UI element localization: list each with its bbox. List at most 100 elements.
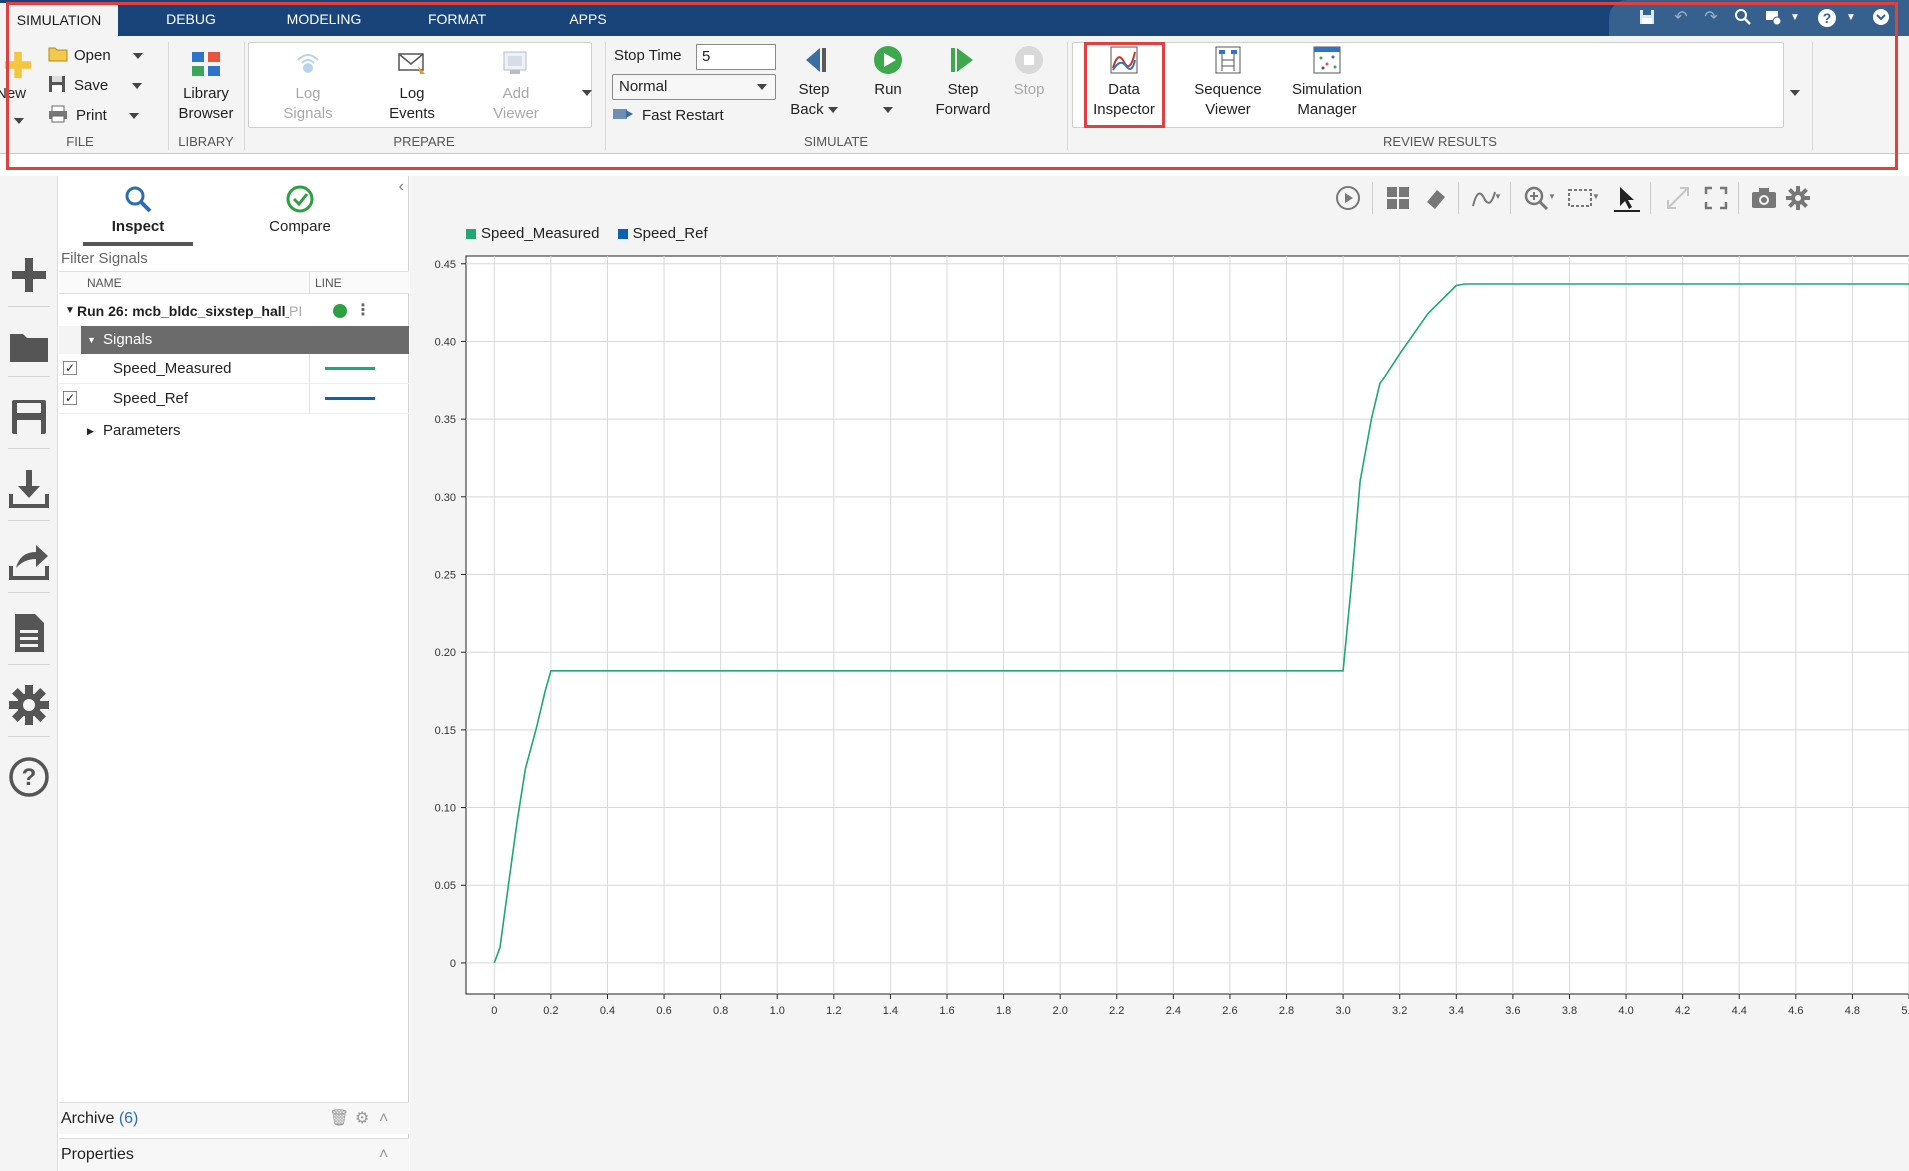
x-tick-label: 2.6 xyxy=(1222,1005,1237,1017)
x-tick-label: 3.0 xyxy=(1335,1005,1350,1017)
run-label: Run 26: mcb_bldc_sixstep_hall_ds xyxy=(77,303,289,319)
toolbar-divider xyxy=(8,448,50,449)
signal-checkbox[interactable]: ✓ xyxy=(63,391,77,405)
parameters-row[interactable]: ▶ Parameters xyxy=(59,416,409,446)
x-tick-label: 0.8 xyxy=(713,1005,728,1017)
chevron-down-icon[interactable]: ▼ xyxy=(87,326,96,354)
plot-toolbar: ▼ ▼ ▼ xyxy=(410,176,1909,220)
x-tick-label: 1.8 xyxy=(996,1005,1011,1017)
x-tick-label: 4.4 xyxy=(1732,1005,1747,1017)
fit-to-view-icon[interactable] xyxy=(1566,184,1594,212)
report-icon[interactable] xyxy=(6,610,52,656)
x-tick-label: 4.0 xyxy=(1618,1005,1633,1017)
x-tick-label: 1.0 xyxy=(770,1005,785,1017)
signals-group-label: Signals xyxy=(103,331,153,348)
signal-name: Speed_Ref xyxy=(113,390,189,407)
x-tick-label: 4.8 xyxy=(1845,1005,1860,1017)
x-tick-label: 2.4 xyxy=(1166,1005,1181,1017)
signal-table-header: NAME LINE xyxy=(59,272,409,294)
tab-inspect[interactable]: Inspect xyxy=(83,178,193,246)
signals-group-row[interactable]: ▼ Signals xyxy=(59,326,409,354)
x-tick-label: 2.8 xyxy=(1279,1005,1294,1017)
x-tick-label: 3.2 xyxy=(1392,1005,1407,1017)
gear-icon[interactable]: ⚙ xyxy=(355,1103,369,1135)
filter-signals-input[interactable]: Filter Signals xyxy=(59,246,409,272)
eraser-icon[interactable] xyxy=(1422,184,1450,212)
toolbar-divider xyxy=(8,520,50,521)
archive-label: Archive xyxy=(61,1110,115,1127)
x-tick-label: 3.4 xyxy=(1449,1005,1464,1017)
y-tick-label: 0.40 xyxy=(435,336,456,348)
x-tick-label: 0 xyxy=(491,1005,497,1017)
plot-background xyxy=(465,255,1909,995)
folder-icon[interactable] xyxy=(6,324,52,370)
y-tick-label: 0.20 xyxy=(435,647,456,659)
chevron-up-icon[interactable]: ˄ xyxy=(379,1103,388,1135)
archive-count: (6) xyxy=(118,1110,139,1127)
download-icon[interactable] xyxy=(6,466,52,512)
time-plot[interactable]: 0 0.2 0.4 0.6 0.8 1.0 1.2 1.4 1.6 1.8 2.0 2.2 2.4 2.6… xyxy=(410,248,1909,1171)
legend-item[interactable]: Speed_Ref xyxy=(617,225,708,242)
archive-section[interactable]: Archive (6) 🗑 ⚙ ˄ xyxy=(59,1102,409,1134)
run-row[interactable]: ▼ Run 26: mcb_bldc_sixstep_hall_ds PI ⋮ xyxy=(59,296,409,326)
chevron-down-icon[interactable]: ▼ xyxy=(1494,192,1522,220)
x-tick-label: 4.2 xyxy=(1675,1005,1690,1017)
plot-area: ▼ ▼ ▼ Speed_Measured Speed_Ref 0 0.2 0.4 0.… xyxy=(410,176,1909,1171)
fullscreen-icon[interactable] xyxy=(1702,184,1730,212)
x-tick-label: 0.4 xyxy=(600,1005,615,1017)
tab-compare[interactable]: Compare xyxy=(245,178,355,246)
gear-icon[interactable] xyxy=(6,682,52,728)
more-options-icon[interactable]: ⋮ xyxy=(355,296,371,326)
legend-swatch xyxy=(466,229,476,239)
x-tick-label: 0.6 xyxy=(656,1005,671,1017)
toolbar-divider xyxy=(8,376,50,377)
column-name-header[interactable]: NAME xyxy=(87,276,122,290)
chevron-down-icon[interactable]: ▼ xyxy=(65,296,75,326)
replay-icon[interactable] xyxy=(1334,184,1362,212)
y-tick-label: 0.35 xyxy=(435,414,456,426)
legend-label: Speed_Measured xyxy=(481,225,600,242)
share-icon[interactable] xyxy=(6,538,52,584)
signal-checkbox[interactable]: ✓ xyxy=(63,361,77,375)
signal-row[interactable]: ✓ Speed_Measured xyxy=(59,354,409,384)
signal-line-swatch[interactable] xyxy=(325,397,375,400)
save-icon[interactable] xyxy=(6,394,52,440)
signal-row[interactable]: ✓ Speed_Ref xyxy=(59,384,409,414)
zoom-in-icon[interactable] xyxy=(1522,184,1550,212)
y-tick-label: 0.45 xyxy=(435,259,456,271)
properties-section[interactable]: Properties ˄ xyxy=(59,1138,409,1171)
cursor-icon[interactable] xyxy=(1612,184,1640,212)
y-tick-label: 0 xyxy=(450,958,456,970)
signal-browser: ‹ Inspect Compare Filter Signals NAME LI… xyxy=(59,176,409,1171)
x-tick-label: 3.8 xyxy=(1562,1005,1577,1017)
expand-icon[interactable] xyxy=(1664,184,1692,212)
help-icon[interactable]: ? xyxy=(6,754,52,800)
trash-icon[interactable]: 🗑 xyxy=(329,1103,349,1135)
layout-grid-icon[interactable] xyxy=(1384,184,1412,212)
x-tick-label: 0.2 xyxy=(543,1005,558,1017)
ribbon-highlight-frame xyxy=(6,2,1898,170)
add-icon[interactable] xyxy=(6,252,52,298)
chevron-up-icon[interactable]: ˄ xyxy=(379,1139,388,1171)
run-label-overflow: PI xyxy=(289,303,303,319)
toolbar-divider xyxy=(8,736,50,737)
y-tick-label: 0.15 xyxy=(435,725,456,737)
camera-icon[interactable] xyxy=(1750,184,1778,212)
signal-line-swatch[interactable] xyxy=(325,367,375,370)
legend-label: Speed_Ref xyxy=(632,225,708,242)
plot-legend: Speed_Measured Speed_Ref xyxy=(466,225,722,245)
svg-text:?: ? xyxy=(22,764,37,791)
signal-name: Speed_Measured xyxy=(113,360,232,377)
x-tick-label: 1.4 xyxy=(883,1005,898,1017)
x-tick-label: 2.2 xyxy=(1109,1005,1124,1017)
chevron-right-icon[interactable]: ▶ xyxy=(87,416,94,446)
parameters-label: Parameters xyxy=(103,422,181,439)
toolbar-divider xyxy=(8,664,50,665)
left-toolbar: ? xyxy=(0,176,58,1171)
column-line-header[interactable]: LINE xyxy=(315,276,342,290)
collapse-panel-icon[interactable]: ‹ xyxy=(399,178,404,196)
gear-icon[interactable] xyxy=(1784,184,1812,212)
x-tick-label: 3.6 xyxy=(1505,1005,1520,1017)
legend-item[interactable]: Speed_Measured xyxy=(466,225,599,242)
toolbar-divider xyxy=(8,592,50,593)
